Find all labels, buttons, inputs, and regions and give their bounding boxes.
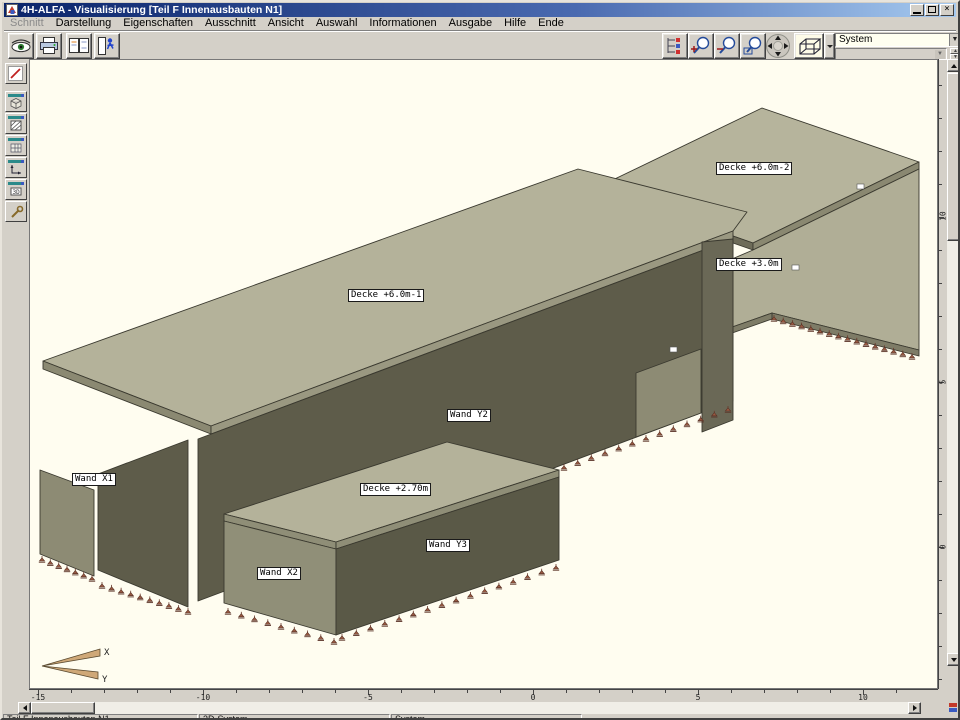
view-3d-button[interactable] bbox=[794, 33, 824, 59]
zoom-in-icon bbox=[689, 35, 713, 57]
status-project: Teil F Innenausbauten N1 bbox=[3, 714, 198, 720]
vertical-scroll-thumb[interactable] bbox=[947, 73, 960, 241]
scroll-down-button[interactable] bbox=[947, 653, 960, 666]
axis-indicator: X Y bbox=[42, 648, 110, 685]
menu-item-auswahl[interactable]: Auswahl bbox=[310, 17, 364, 30]
close-button[interactable]: × bbox=[940, 4, 954, 16]
scene-label: Wand Y3 bbox=[426, 539, 470, 552]
app-window: 4H-ALFA - Visualisierung [Teil F Innenau… bbox=[0, 0, 960, 720]
zoom-out-icon bbox=[715, 35, 739, 57]
exit-door-icon bbox=[95, 36, 119, 56]
visualisation-properties-button[interactable] bbox=[662, 33, 688, 59]
status-system-type: 3D-System bbox=[199, 714, 390, 720]
dimensions-button[interactable] bbox=[5, 157, 27, 178]
scroll-left-button[interactable] bbox=[18, 702, 31, 714]
menu-item-ausschnitt[interactable]: Ausschnitt bbox=[199, 17, 262, 30]
properties-tree-icon bbox=[663, 35, 687, 57]
menu-item-ausgabe[interactable]: Ausgabe bbox=[443, 17, 498, 30]
drawing-canvas[interactable]: X Y Decke +6.0m-2 Decke +3.0m Decke +6.0m-… bbox=[29, 59, 938, 689]
menu-item-informationen[interactable]: Informationen bbox=[363, 17, 442, 30]
pan-cross-icon bbox=[765, 33, 791, 59]
scene-label: Decke +6.0m-1 bbox=[348, 289, 424, 302]
combo2-arrow-icon: ▼ bbox=[935, 50, 945, 59]
combo-arrow-icon[interactable]: ▼ bbox=[949, 34, 960, 46]
solid-view-button[interactable] bbox=[5, 91, 27, 112]
mesh-view-button[interactable] bbox=[5, 135, 27, 156]
edit-button[interactable] bbox=[5, 63, 27, 84]
window-title: 4H-ALFA - Visualisierung [Teil F Innenau… bbox=[21, 4, 909, 16]
numbering-button[interactable]: 3D bbox=[5, 179, 27, 200]
pencil-icon bbox=[8, 66, 24, 82]
tools-button[interactable] bbox=[5, 201, 27, 222]
horizontal-scroll-thumb[interactable] bbox=[31, 702, 95, 714]
report-button[interactable] bbox=[66, 33, 92, 59]
scene-label: Decke +6.0m-2 bbox=[716, 162, 792, 175]
mesh-cube-icon bbox=[8, 138, 24, 154]
arrow-right-icon bbox=[913, 705, 920, 711]
hatched-square-icon bbox=[8, 116, 24, 132]
arrow-up-icon bbox=[951, 61, 957, 68]
view-3d-dropdown[interactable] bbox=[824, 33, 835, 59]
scene-label: Decke +2.70m bbox=[360, 483, 431, 496]
corner-app-icon bbox=[948, 703, 958, 713]
pages-icon bbox=[67, 36, 91, 56]
view-button[interactable] bbox=[8, 33, 34, 59]
vertical-ruler: 1050 bbox=[938, 59, 947, 689]
scroll-up-button[interactable] bbox=[947, 59, 960, 72]
print-button[interactable] bbox=[36, 33, 62, 59]
scene-label: Wand X2 bbox=[257, 567, 301, 580]
axis-y-label: Y bbox=[102, 675, 108, 685]
side-toolbar: 3D bbox=[4, 60, 29, 718]
arrow-down-icon bbox=[951, 658, 957, 665]
axis-x-label: X bbox=[104, 648, 110, 658]
chevron-down-icon bbox=[827, 45, 833, 51]
wrench-icon bbox=[8, 204, 24, 220]
svg-text:3D: 3D bbox=[13, 188, 21, 195]
arrow-left-icon bbox=[20, 705, 27, 711]
zoom-out-button[interactable] bbox=[714, 33, 740, 59]
app-icon bbox=[6, 4, 18, 16]
view-select[interactable]: System ▼ bbox=[835, 33, 960, 47]
status-view: System bbox=[391, 714, 582, 720]
wall-fragment-left[interactable] bbox=[98, 440, 188, 607]
menu-item-hilfe[interactable]: Hilfe bbox=[498, 17, 532, 30]
zoom-in-button[interactable] bbox=[688, 33, 714, 59]
horizontal-scrollbar[interactable] bbox=[18, 702, 921, 714]
view-select-value: System bbox=[839, 34, 872, 45]
menu-item-schnitt: Schnitt bbox=[4, 17, 50, 30]
scroll-right-button[interactable] bbox=[908, 702, 921, 714]
menu-bar: SchnittDarstellungEigenschaftenAusschnit… bbox=[4, 17, 956, 30]
horizontal-ruler: -15-10-50510 bbox=[2, 689, 960, 702]
menu-item-ende[interactable]: Ende bbox=[532, 17, 570, 30]
scene-label: Decke +3.0m bbox=[716, 258, 782, 271]
exit-button[interactable] bbox=[94, 33, 120, 59]
zoom-window-button[interactable] bbox=[740, 33, 766, 59]
status-bar: Teil F Innenausbauten N1 3D-System Syste… bbox=[2, 714, 960, 720]
number-tag-icon: 3D bbox=[8, 182, 24, 198]
zoom-window-icon bbox=[741, 35, 765, 57]
box-3d-icon bbox=[795, 35, 823, 57]
minimize-button[interactable] bbox=[910, 4, 924, 16]
hatched-view-button[interactable] bbox=[5, 113, 27, 134]
scene-label: Wand Y2 bbox=[447, 409, 491, 422]
pan-control[interactable] bbox=[765, 33, 791, 59]
eye-icon bbox=[9, 36, 33, 56]
scene-3d: X Y bbox=[30, 60, 937, 688]
solid-cube-icon bbox=[8, 94, 24, 110]
menu-item-darstellung[interactable]: Darstellung bbox=[50, 17, 118, 30]
vertical-scrollbar[interactable] bbox=[947, 59, 960, 666]
title-bar: 4H-ALFA - Visualisierung [Teil F Innenau… bbox=[4, 3, 956, 17]
menu-item-eigenschaften[interactable]: Eigenschaften bbox=[117, 17, 199, 30]
maximize-button[interactable] bbox=[925, 4, 939, 16]
toolbar: System ▼ ▼ ▲ ▼ bbox=[4, 30, 956, 60]
menu-item-ansicht[interactable]: Ansicht bbox=[262, 17, 310, 30]
printer-icon bbox=[37, 36, 61, 56]
scene-label: Wand X1 bbox=[72, 473, 116, 486]
axes-icon bbox=[8, 160, 24, 176]
